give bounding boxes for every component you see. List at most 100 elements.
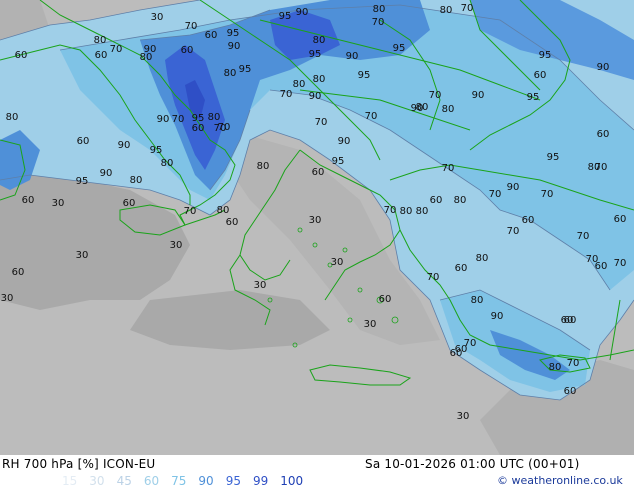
contour-label-60: 60: [522, 215, 535, 226]
legend-value-90: 90: [198, 474, 214, 488]
contour-label-80: 80: [94, 35, 107, 46]
contour-label-70: 70: [489, 189, 502, 200]
contour-label-30: 30: [331, 257, 344, 268]
contour-label-90: 90: [507, 182, 520, 193]
contour-label-90: 90: [100, 168, 113, 179]
legend-value-45: 45: [116, 474, 132, 488]
contour-label-70: 70: [110, 44, 123, 55]
contour-label-80: 80: [471, 295, 484, 306]
contour-label-30: 30: [457, 411, 470, 422]
contour-label-90: 90: [309, 91, 322, 102]
contour-label-60: 60: [564, 386, 577, 397]
contour-label-80: 80: [6, 112, 19, 123]
contour-label-95: 95: [309, 49, 322, 60]
legend-value-99: 99: [252, 474, 269, 488]
contour-label-80: 80: [442, 104, 455, 115]
contour-label-60: 60: [181, 45, 194, 56]
contour-label-60: 60: [455, 263, 468, 274]
contour-label-95: 95: [332, 156, 345, 167]
contour-label-60: 60: [226, 217, 239, 228]
contour-label-80: 80: [440, 5, 453, 16]
contour-label-90: 90: [157, 114, 170, 125]
contour-label-60: 60: [561, 315, 574, 326]
color-legend: 15 30 45 60 75 90 95 99 100: [62, 474, 315, 488]
contour-label-80: 80: [373, 4, 386, 15]
contour-label-95: 95: [192, 113, 205, 124]
credit-text[interactable]: © weatheronline.co.uk: [497, 474, 623, 487]
contour-label-90: 90: [472, 90, 485, 101]
contour-label-60: 60: [597, 129, 610, 140]
contour-label-30: 30: [76, 250, 89, 261]
contour-label-80: 80: [161, 158, 174, 169]
contour-label-70: 70: [365, 111, 378, 122]
contour-label-95: 95: [279, 11, 292, 22]
contour-label-80: 80: [476, 253, 489, 264]
contour-label-60: 60: [379, 294, 392, 305]
contour-label-60: 60: [205, 30, 218, 41]
contour-label-80: 80: [293, 79, 306, 90]
contour-label-90: 90: [346, 51, 359, 62]
contour-label-70: 70: [567, 358, 580, 369]
contour-label-70: 70: [218, 122, 231, 133]
forecast-datetime: Sa 10-01-2026 01:00 UTC (00+01): [365, 457, 580, 471]
contour-label-90: 90: [491, 311, 504, 322]
contour-label-70: 70: [442, 163, 455, 174]
contour-label-30: 30: [254, 280, 267, 291]
contour-label-80: 80: [416, 206, 429, 217]
contour-label-95: 95: [393, 43, 406, 54]
contour-label-70: 70: [541, 189, 554, 200]
contour-label-60: 60: [312, 167, 325, 178]
contour-label-95: 95: [527, 92, 540, 103]
contour-label-70: 70: [464, 338, 477, 349]
contour-label-90: 90: [118, 140, 131, 151]
contour-label-80: 80: [217, 205, 230, 216]
contour-label-30: 30: [364, 319, 377, 330]
contour-label-80: 80: [130, 175, 143, 186]
contour-label-90: 90: [597, 62, 610, 73]
contour-label-95: 95: [539, 50, 552, 61]
contour-label-60: 60: [15, 50, 28, 61]
contour-label-70: 70: [384, 205, 397, 216]
contour-label-80: 80: [400, 206, 413, 217]
contour-label-60: 60: [430, 195, 443, 206]
contour-label-60: 60: [450, 348, 463, 359]
contour-label-80: 80: [416, 102, 429, 113]
contour-label-80: 80: [313, 35, 326, 46]
contour-label-70: 70: [372, 17, 385, 28]
contour-label-95: 95: [239, 64, 252, 75]
contour-label-70: 70: [427, 272, 440, 283]
credit-link[interactable]: © weatheronline.co.uk: [497, 474, 623, 487]
contour-label-95: 95: [547, 152, 560, 163]
legend-value-95: 95: [225, 474, 241, 488]
contour-label-70: 70: [280, 89, 293, 100]
map-footer: RH 700 hPa [%] ICON-EU Sa 10-01-2026 01:…: [0, 455, 634, 490]
contour-label-90: 90: [338, 136, 351, 147]
contour-label-80: 80: [454, 195, 467, 206]
contour-label-60: 60: [95, 50, 108, 61]
contour-label-30: 30: [52, 198, 65, 209]
contour-label-70: 70: [595, 162, 608, 173]
contour-label-95: 95: [150, 145, 163, 156]
contour-label-70: 70: [577, 231, 590, 242]
humidity-map[interactable]: 307095 90 807080 70806070 90806060 9590809595…: [0, 0, 634, 455]
contour-label-60: 60: [123, 198, 136, 209]
contour-label-30: 30: [309, 215, 322, 226]
legend-value-15: 15: [62, 474, 78, 488]
legend-value-100: 100: [280, 474, 304, 488]
contour-label-70: 70: [184, 206, 197, 217]
contour-label-90: 90: [228, 41, 241, 52]
contour-label-60: 60: [614, 214, 627, 225]
contour-label-80: 80: [313, 74, 326, 85]
contour-label-95: 95: [358, 70, 371, 81]
contour-label-30: 30: [1, 293, 14, 304]
contour-label-70: 70: [315, 117, 328, 128]
contour-label-90: 90: [296, 7, 309, 18]
contour-label-80: 80: [140, 52, 153, 63]
contour-label-70: 70: [429, 90, 442, 101]
legend-value-75: 75: [171, 474, 187, 488]
legend-value-30: 30: [89, 474, 105, 488]
contour-label-70: 70: [586, 254, 599, 265]
contour-label-95: 95: [227, 28, 240, 39]
contour-label-30: 30: [151, 12, 164, 23]
contour-label-30: 30: [170, 240, 183, 251]
